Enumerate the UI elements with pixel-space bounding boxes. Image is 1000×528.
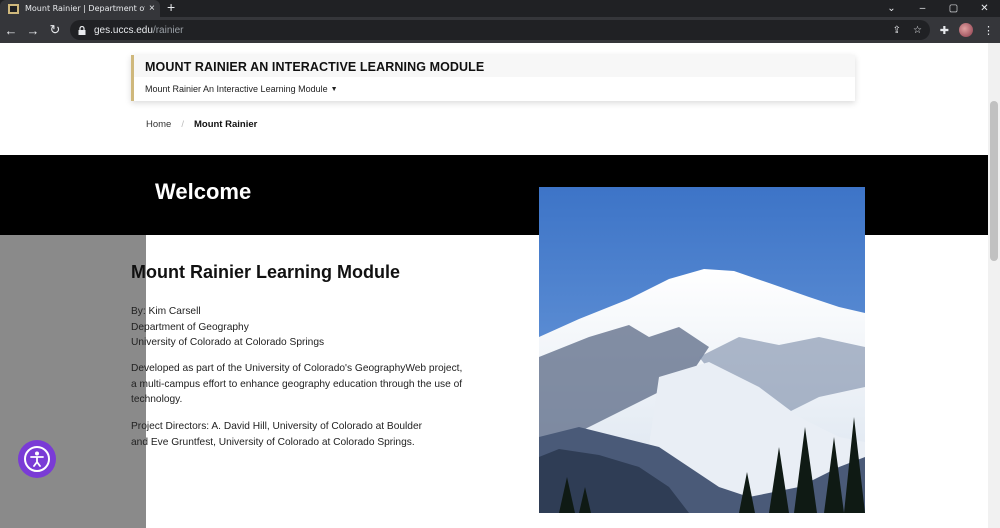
close-window-button[interactable]: ✕ <box>969 0 1000 17</box>
profile-avatar[interactable] <box>959 23 973 37</box>
author-line: Department of Geography <box>131 321 249 333</box>
directors-line: Project Directors: A. David Hill, Univer… <box>131 421 423 432</box>
left-grey-panel <box>0 235 146 528</box>
breadcrumb: Home / Mount Rainier <box>146 119 257 130</box>
breadcrumb-current: Mount Rainier <box>193 119 258 130</box>
url-path: /rainier <box>152 24 184 36</box>
back-button[interactable]: ← <box>0 19 22 41</box>
author-line: By: Kim Carsell <box>131 306 201 317</box>
developed-line: technology. <box>131 394 183 405</box>
lock-icon <box>78 25 86 35</box>
toolbar-right: ✚ ⋮ <box>940 17 994 43</box>
page-viewport: MOUNT RAINIER AN INTERACTIVE LEARNING MO… <box>0 43 988 528</box>
tab-search-button[interactable]: ⌄ <box>876 0 907 17</box>
omnibox-actions: ⇪ ☆ <box>893 20 922 40</box>
person-figure-icon <box>30 451 44 467</box>
share-icon[interactable]: ⇪ <box>893 25 901 36</box>
site-header: MOUNT RAINIER AN INTERACTIVE LEARNING MO… <box>131 55 855 101</box>
maximize-button[interactable]: ▢ <box>938 0 969 17</box>
breadcrumb-home-link[interactable]: Home <box>146 119 171 130</box>
browser-tab[interactable]: Mount Rainier | Department of G × <box>0 0 160 17</box>
directors-line: and Eve Gruntfest, University of Colorad… <box>131 436 415 448</box>
breadcrumb-separator: / <box>181 119 184 130</box>
mount-rainier-photo <box>539 187 865 513</box>
url-host: ges.uccs.edu <box>94 24 153 36</box>
bookmark-star-icon[interactable]: ☆ <box>913 25 922 36</box>
window-controls: ⌄ – ▢ ✕ <box>876 0 1000 17</box>
site-nav-dropdown[interactable]: Mount Rainier An Interactive Learning Mo… <box>145 84 338 94</box>
browser-toolbar: ← → ↻ ges.uccs.edu /rainier ⇪ ☆ ✚ ⋮ <box>0 17 1000 43</box>
accessibility-button[interactable] <box>18 440 56 478</box>
developed-line: Developed as part of the University of C… <box>131 363 463 374</box>
accessibility-icon <box>24 446 50 472</box>
site-title[interactable]: MOUNT RAINIER AN INTERACTIVE LEARNING MO… <box>145 60 484 74</box>
address-bar[interactable]: ges.uccs.edu /rainier ⇪ ☆ <box>70 20 930 40</box>
browser-menu-icon[interactable]: ⋮ <box>983 24 994 37</box>
caret-down-icon: ▼ <box>330 85 338 93</box>
author-line: University of Colorado at Colorado Sprin… <box>131 337 325 348</box>
browser-tab-strip: Mount Rainier | Department of G × + ⌄ – … <box>0 0 1000 17</box>
tab-close-icon[interactable]: × <box>149 3 155 14</box>
author-info: By: Kim Carsell Department of Geography … <box>131 304 324 351</box>
page-heading: Mount Rainier Learning Module <box>131 262 400 282</box>
tab-favicon-icon <box>8 3 19 14</box>
page-scrollbar[interactable] <box>988 43 1000 528</box>
developed-line: a multi-campus effort to enhance geograp… <box>131 378 463 390</box>
hero-title: Welcome <box>155 179 252 204</box>
developed-info: Developed as part of the University of C… <box>131 361 462 408</box>
new-tab-button[interactable]: + <box>167 0 175 17</box>
directors-info: Project Directors: A. David Hill, Univer… <box>131 419 422 450</box>
scrollbar-thumb[interactable] <box>990 101 998 261</box>
tab-title: Mount Rainier | Department of G <box>25 4 145 13</box>
forward-button[interactable]: → <box>22 19 44 41</box>
minimize-button[interactable]: – <box>907 0 938 17</box>
reload-button[interactable]: ↻ <box>44 19 66 41</box>
site-nav-label: Mount Rainier An Interactive Learning Mo… <box>145 84 328 94</box>
extensions-icon[interactable]: ✚ <box>940 24 949 37</box>
